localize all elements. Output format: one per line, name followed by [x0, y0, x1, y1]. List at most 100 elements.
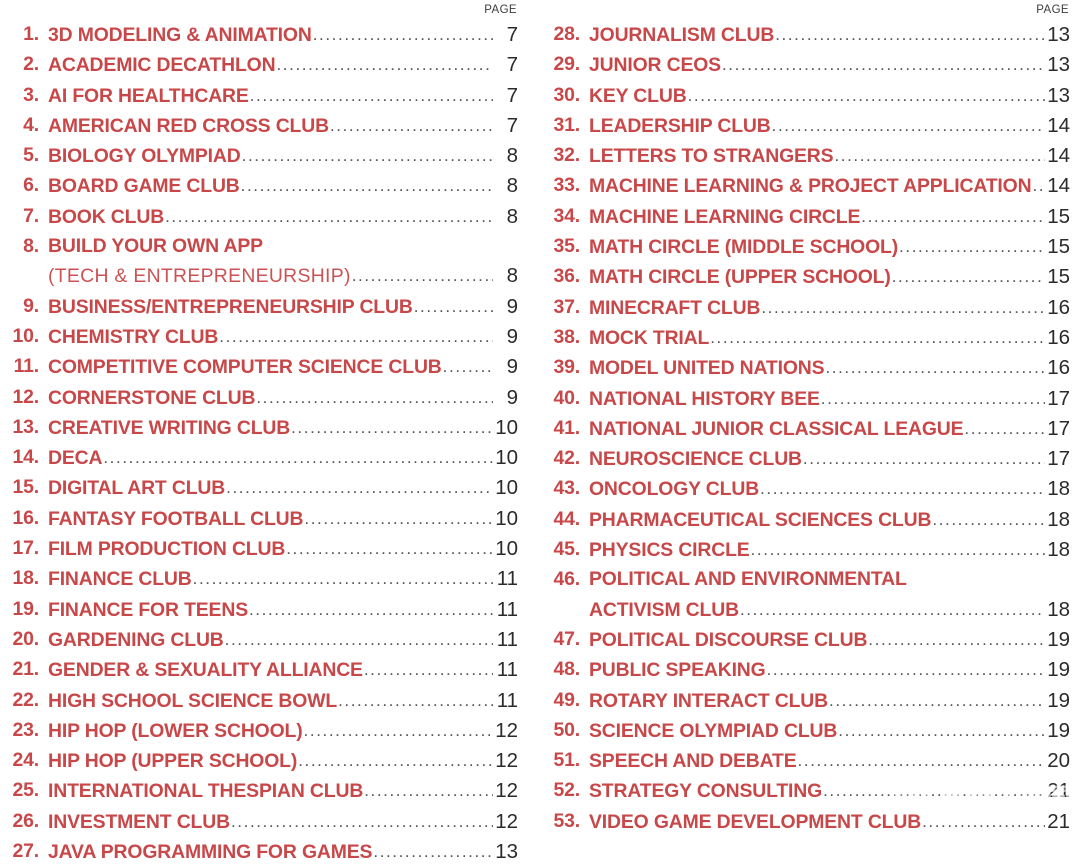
toc-entry[interactable]: 39. MODEL UNITED NATIONS.................… [550, 353, 1070, 383]
toc-entry-number: 45. [553, 538, 580, 561]
toc-entry[interactable]: 44. PHARMACEUTICAL SCIENCES CLUB.........… [550, 505, 1070, 535]
toc-dot-leader: ........................................… [861, 206, 1045, 226]
toc-entry[interactable]: 51. SPEECH AND DEBATE....................… [550, 746, 1070, 776]
toc-entry[interactable]: 30. KEY CLUB.............................… [550, 81, 1070, 111]
toc-entry-line: MACHINE LEARNING & PROJECT APPLICATION..… [589, 171, 1070, 201]
toc-entry[interactable]: 1. 3D MODELING & ANIMATION...............… [10, 20, 518, 50]
toc-entry[interactable]: 3. AI FOR HEALTHCARE.....................… [10, 81, 518, 111]
toc-entry-page-number: 18 [1047, 538, 1070, 562]
toc-dot-leader: ........................................… [298, 751, 493, 771]
toc-entry[interactable]: 35. MATH CIRCLE (MIDDLE SCHOOL)..........… [550, 232, 1070, 262]
toc-entry[interactable]: 37. MINECRAFT CLUB.......................… [550, 293, 1070, 323]
toc-entry[interactable]: 48. PUBLIC SPEAKING......................… [550, 655, 1070, 685]
toc-dot-leader: ........................................… [797, 751, 1045, 771]
toc-entry[interactable]: 46. POLITICAL AND ENVIRONMENTAL ACTIVISM C… [550, 565, 1070, 625]
toc-entry-page-number: 17 [1047, 416, 1070, 440]
toc-entry[interactable]: 18. FINANCE CLUB.........................… [10, 564, 518, 594]
toc-entry[interactable]: 28. JOURNALISM CLUB......................… [550, 20, 1070, 50]
toc-entry[interactable]: 4. AMERICAN RED CROSS CLUB...............… [10, 111, 518, 141]
toc-entry[interactable]: 12. CORNERSTONE CLUB.....................… [10, 383, 518, 413]
toc-entry-line: FINANCE CLUB............................… [48, 564, 518, 594]
toc-entry-page-number: 20 [1047, 749, 1070, 773]
toc-entry[interactable]: 5. BIOLOGY OLYMPIAD......................… [10, 141, 518, 171]
toc-entry[interactable]: 15. DIGITAL ART CLUB.....................… [10, 473, 518, 503]
toc-dot-leader: ........................................… [761, 297, 1045, 317]
toc-entry-line: DIGITAL ART CLUB........................… [48, 473, 518, 503]
toc-entry-body: BUILD YOUR OWN APP (TECH & ENTREPRENEURSH… [39, 232, 518, 292]
toc-entry[interactable]: 41. NATIONAL JUNIOR CLASSICAL LEAGUE.....… [550, 414, 1070, 444]
toc-entry-title: PHARMACEUTICAL SCIENCES CLUB [589, 508, 932, 531]
toc-entry-page-number: 16 [1047, 325, 1070, 349]
toc-entry-page-number: 9 [506, 294, 518, 318]
toc-entry-number: 17. [12, 537, 39, 560]
toc-entry[interactable]: 20. GARDENING CLUB.......................… [10, 625, 518, 655]
toc-entry[interactable]: 38. MOCK TRIAL...........................… [550, 323, 1070, 353]
toc-entry-body: SCIENCE OLYMPIAD CLUB...................… [580, 716, 1070, 746]
toc-entry[interactable]: 53. VIDEO GAME DEVELOPMENT CLUB..........… [550, 807, 1070, 837]
toc-entry[interactable]: 31. LEADERSHIP CLUB......................… [550, 111, 1070, 141]
toc-dot-leader: ........................................… [248, 599, 493, 619]
toc-dot-leader: ........................................… [766, 660, 1045, 680]
toc-entry-number: 53. [553, 809, 580, 832]
toc-entry-number: 13. [12, 415, 39, 438]
toc-entry[interactable]: 29. JUNIOR CEOS..........................… [550, 50, 1070, 80]
toc-entry[interactable]: 25. INTERNATIONAL THESPIAN CLUB..........… [10, 776, 518, 806]
toc-entry-line: VIDEO GAME DEVELOPMENT CLUB.............… [589, 807, 1070, 837]
toc-entry-title: BOARD GAME CLUB [48, 175, 240, 198]
toc-entry-page-number: 14 [1047, 174, 1070, 198]
toc-entry-line: NATIONAL JUNIOR CLASSICAL LEAGUE........… [589, 414, 1070, 444]
toc-entry[interactable]: 6. BOARD GAME CLUB.......................… [10, 171, 518, 201]
toc-entry-page-number: 10 [495, 415, 518, 439]
toc-entry[interactable]: 2. ACADEMIC DECATHLON....................… [10, 50, 518, 80]
toc-entry[interactable]: 16. FANTASY FOOTBALL CLUB................… [10, 504, 518, 534]
toc-entry[interactable]: 26. INVESTMENT CLUB......................… [10, 807, 518, 837]
toc-entry-number: 30. [553, 83, 580, 106]
toc-entry[interactable]: 49. ROTARY INTERACT CLUB.................… [550, 686, 1070, 716]
toc-entry-line: POLITICAL AND ENVIRONMENTAL [589, 565, 1070, 594]
toc-entry-page-number: 19 [1047, 658, 1070, 682]
toc-entry[interactable]: 42. NEUROSCIENCE CLUB....................… [550, 444, 1070, 474]
toc-entry[interactable]: 21. GENDER & SEXUALITY ALLIANCE..........… [10, 655, 518, 685]
toc-entry-body: AI FOR HEALTHCARE.......................… [39, 81, 518, 111]
toc-entry[interactable]: 40. NATIONAL HISTORY BEE.................… [550, 384, 1070, 414]
toc-entry[interactable]: 34. MACHINE LEARNING CIRCLE..............… [550, 202, 1070, 232]
toc-entry[interactable]: 23. HIP HOP (LOWER SCHOOL)...............… [10, 716, 518, 746]
toc-entry[interactable]: 9. BUSINESS/ENTREPRENEURSHIP CLUB........… [10, 292, 518, 322]
toc-entry-body: VIDEO GAME DEVELOPMENT CLUB.............… [580, 807, 1070, 837]
toc-entry[interactable]: 13. CREATIVE WRITING CLUB................… [10, 413, 518, 443]
toc-entry[interactable]: 11. COMPETITIVE COMPUTER SCIENCE CLUB....… [10, 352, 518, 382]
toc-entry-number: 49. [553, 688, 580, 711]
toc-entry-number: 16. [12, 506, 39, 529]
toc-entry-number: 38. [553, 325, 580, 348]
toc-entry[interactable]: 24. HIP HOP (UPPER SCHOOL)...............… [10, 746, 518, 776]
toc-entry-line: COMPETITIVE COMPUTER SCIENCE CLUB.......… [48, 352, 518, 382]
toc-entry-page-number: 10 [495, 537, 518, 561]
toc-entry-page-number: 16 [1047, 295, 1070, 319]
toc-entry-number: 4. [23, 113, 39, 136]
toc-entry[interactable]: 22. HIGH SCHOOL SCIENCE BOWL.............… [10, 686, 518, 716]
toc-entry[interactable]: 36. MATH CIRCLE (UPPER SCHOOL)...........… [550, 262, 1070, 292]
toc-entry[interactable]: 27. JAVA PROGRAMMING FOR GAMES...........… [10, 837, 518, 867]
toc-entry[interactable]: 17. FILM PRODUCTION CLUB.................… [10, 534, 518, 564]
toc-entry-title: DECA [48, 447, 103, 470]
toc-entry[interactable]: 33. MACHINE LEARNING & PROJECT APPLICATIO… [550, 171, 1070, 201]
toc-entry[interactable]: 32. LETTERS TO STRANGERS.................… [550, 141, 1070, 171]
toc-entry[interactable]: 10. CHEMISTRY CLUB.......................… [10, 322, 518, 352]
toc-entry-page-number: 14 [1047, 144, 1070, 168]
toc-entry-page-number: 9 [506, 385, 518, 409]
toc-entry-title: MATH CIRCLE (MIDDLE SCHOOL) [589, 236, 899, 259]
toc-entry-page-number: 12 [495, 718, 518, 742]
toc-entry[interactable]: 47. POLITICAL DISCOURSE CLUB.............… [550, 625, 1070, 655]
toc-entry[interactable]: 45. PHYSICS CIRCLE.......................… [550, 535, 1070, 565]
toc-entry[interactable]: 8. BUILD YOUR OWN APP (TECH & ENTREPRENEUR… [10, 232, 518, 292]
toc-entry[interactable]: 50. SCIENCE OLYMPIAD CLUB................… [550, 716, 1070, 746]
toc-entry[interactable]: 14. DECA.................................… [10, 443, 518, 473]
toc-entry[interactable]: 43. ONCOLOGY CLUB........................… [550, 474, 1070, 504]
toc-entry-title: HIGH SCHOOL SCIENCE BOWL [48, 689, 338, 712]
toc-entry[interactable]: 52. STRATEGY CONSULTING..................… [550, 776, 1070, 806]
toc-entry[interactable]: 7. BOOK CLUB.............................… [10, 202, 518, 232]
toc-entry-title: HIP HOP (LOWER SCHOOL) [48, 719, 303, 742]
toc-entry-page-number: 19 [1047, 688, 1070, 712]
toc-entry[interactable]: 19. FINANCE FOR TEENS....................… [10, 595, 518, 625]
toc-entry-page-number: 15 [1047, 204, 1070, 228]
